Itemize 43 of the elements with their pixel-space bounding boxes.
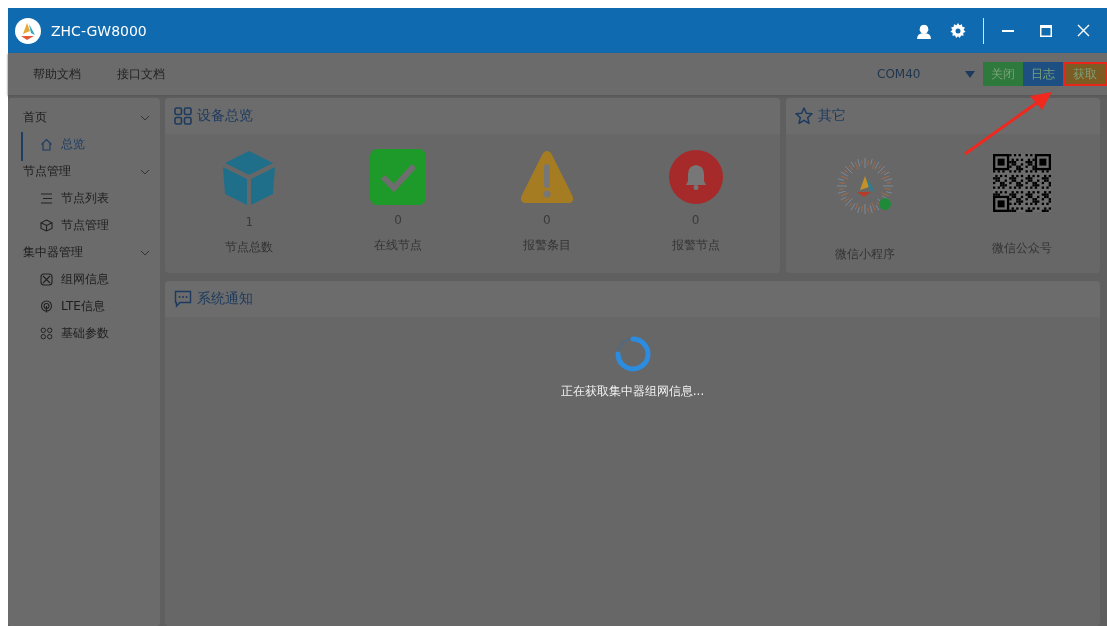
sidebar-group[interactable]: 节点管理 — [8, 158, 160, 185]
sidebar-item[interactable]: 节点列表 — [8, 185, 160, 212]
sidebar-item[interactable]: 组网信息 — [8, 266, 160, 293]
toolbar-button[interactable]: 获取 — [1063, 62, 1107, 86]
card-title: 其它 — [818, 107, 846, 125]
close-icon[interactable] — [1077, 24, 1090, 37]
group-label: 节点管理 — [23, 163, 71, 180]
command-icon — [40, 327, 53, 340]
signal-icon — [40, 300, 53, 313]
menu-link[interactable]: 帮助文档 — [33, 65, 81, 83]
cube-icon — [40, 219, 53, 232]
list-icon — [40, 192, 53, 205]
warning-icon — [518, 149, 575, 205]
sidebar-group[interactable]: 首页 — [8, 104, 160, 131]
toolbar-button[interactable]: 日志 — [1023, 62, 1063, 86]
grid-icon — [174, 107, 192, 125]
bell-icon — [667, 149, 724, 205]
cube-icon — [221, 149, 278, 207]
sidebar-group[interactable]: 集中器管理 — [8, 239, 160, 266]
star-icon — [795, 107, 813, 125]
support-agent-icon[interactable] — [916, 22, 932, 39]
port-value[interactable]: COM40 — [877, 67, 921, 81]
settings-icon[interactable] — [950, 22, 966, 39]
menu-link[interactable]: 接口文档 — [117, 65, 165, 83]
network-icon — [40, 273, 53, 286]
toolbar-button[interactable]: 关闭 — [983, 62, 1023, 86]
check-icon — [370, 149, 427, 205]
qr-code — [992, 154, 1051, 212]
loading-text: 正在获取集中器组网信息... — [560, 383, 705, 400]
spinner-icon — [613, 335, 652, 373]
window-title: ZHC-GW8000 — [51, 22, 147, 39]
group-label: 集中器管理 — [23, 244, 83, 261]
chat-icon — [174, 290, 192, 308]
sidebar-item[interactable]: 总览 — [8, 131, 160, 158]
sidebar-item[interactable]: 基础参数 — [8, 320, 160, 347]
app-logo-icon — [15, 17, 41, 44]
sidebar-item[interactable]: 节点管理 — [8, 212, 160, 239]
group-label: 首页 — [23, 109, 47, 126]
home-icon — [40, 138, 53, 151]
sidebar-item[interactable]: LTE信息 — [8, 293, 160, 320]
card-title: 设备总览 — [197, 107, 253, 125]
maximize-icon[interactable] — [1040, 24, 1052, 37]
card-title: 系统通知 — [197, 290, 253, 308]
